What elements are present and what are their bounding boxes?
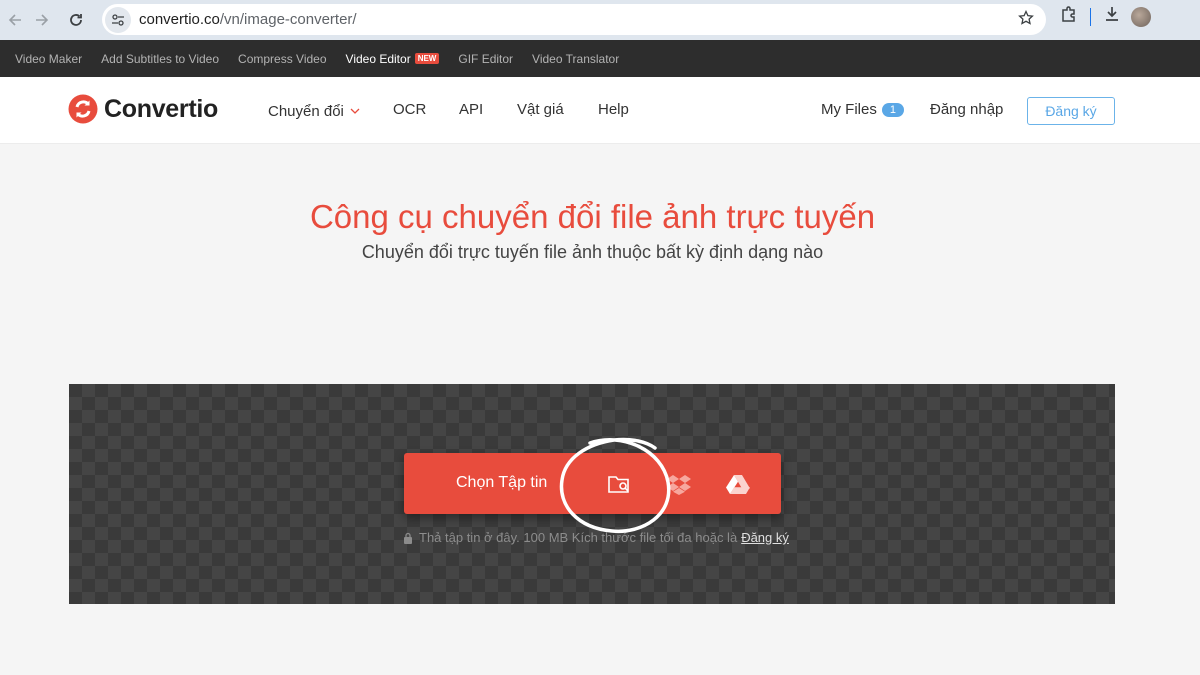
promo-link-gif-editor[interactable]: GIF Editor bbox=[458, 52, 513, 66]
lock-icon bbox=[403, 532, 413, 544]
toolbar-divider bbox=[1090, 7, 1091, 26]
my-files-count: 1 bbox=[881, 103, 904, 117]
promo-link-add-subtitles[interactable]: Add Subtitles to Video bbox=[101, 52, 219, 66]
page-subtitle: Chuyển đổi trực tuyến file ảnh thuộc bất… bbox=[361, 242, 824, 262]
upload-hint-text: Thả tập tin ở đây. 100 MB Kích thước fil… bbox=[419, 530, 738, 545]
promo-link-video-translator[interactable]: Video Translator bbox=[532, 52, 619, 66]
promo-link-video-editor-label: Video Editor bbox=[345, 51, 411, 66]
site-header: Convertio Chuyển đổi OCR API Vật giá Hel… bbox=[0, 77, 1200, 144]
menu-convert[interactable]: Chuyển đổi bbox=[268, 101, 360, 120]
chevron-down-icon bbox=[350, 101, 360, 118]
new-badge: NEW bbox=[414, 52, 440, 64]
logo[interactable]: Convertio bbox=[68, 94, 218, 124]
convertio-logo-icon bbox=[68, 94, 98, 124]
upload-dropzone[interactable]: Chọn Tập tin Thả tập tin ở đây. 100 MB K… bbox=[69, 384, 1115, 604]
download-icon[interactable] bbox=[1103, 5, 1121, 28]
dropbox-icon[interactable] bbox=[650, 453, 708, 514]
promo-links-bar: Video Maker Add Subtitles to Video Compr… bbox=[0, 40, 1200, 77]
profile-avatar[interactable] bbox=[1131, 6, 1151, 27]
google-drive-icon[interactable] bbox=[709, 453, 767, 514]
menu-pricing[interactable]: Vật giá bbox=[517, 101, 564, 118]
menu-api[interactable]: API bbox=[459, 101, 483, 118]
back-icon[interactable] bbox=[0, 5, 30, 35]
menu-convert-label: Chuyển đổi bbox=[268, 103, 344, 120]
address-bar[interactable]: convertio.co/vn/image-converter/ bbox=[102, 4, 1046, 35]
reload-icon[interactable] bbox=[61, 5, 91, 35]
url-host: convertio.co bbox=[139, 11, 220, 28]
star-icon[interactable] bbox=[1018, 9, 1034, 31]
my-files-label: My Files bbox=[821, 101, 877, 118]
url-path: /vn/image-converter/ bbox=[219, 11, 357, 28]
upload-hint: Thả tập tin ở đây. 100 MB Kích thước fil… bbox=[403, 530, 789, 545]
page-title: Công cụ chuyển đổi file ảnh trực tuyến bbox=[309, 198, 876, 235]
site-settings-icon[interactable] bbox=[105, 6, 131, 33]
browser-actions bbox=[1060, 5, 1151, 28]
browser-toolbar: convertio.co/vn/image-converter/ bbox=[0, 0, 1200, 40]
upload-signup-link[interactable]: Đăng ký bbox=[741, 530, 789, 545]
promo-link-video-editor[interactable]: Video Editor NEW bbox=[346, 52, 440, 66]
promo-link-video-maker[interactable]: Video Maker bbox=[15, 52, 82, 66]
menu-help[interactable]: Help bbox=[598, 101, 629, 118]
menu-ocr[interactable]: OCR bbox=[393, 101, 426, 118]
choose-file-button[interactable]: Chọn Tập tin bbox=[404, 453, 781, 514]
signup-button[interactable]: Đăng ký bbox=[1027, 97, 1115, 125]
folder-search-icon[interactable] bbox=[591, 453, 649, 514]
logo-text: Convertio bbox=[104, 94, 218, 123]
choose-file-label: Chọn Tập tin bbox=[456, 474, 548, 491]
forward-icon[interactable] bbox=[27, 5, 57, 35]
login-link[interactable]: Đăng nhập bbox=[930, 101, 1003, 118]
my-files-link[interactable]: My Files 1 bbox=[821, 101, 904, 118]
promo-link-compress-video[interactable]: Compress Video bbox=[238, 52, 327, 66]
extensions-icon[interactable] bbox=[1060, 5, 1078, 28]
url-text: convertio.co/vn/image-converter/ bbox=[139, 11, 357, 28]
